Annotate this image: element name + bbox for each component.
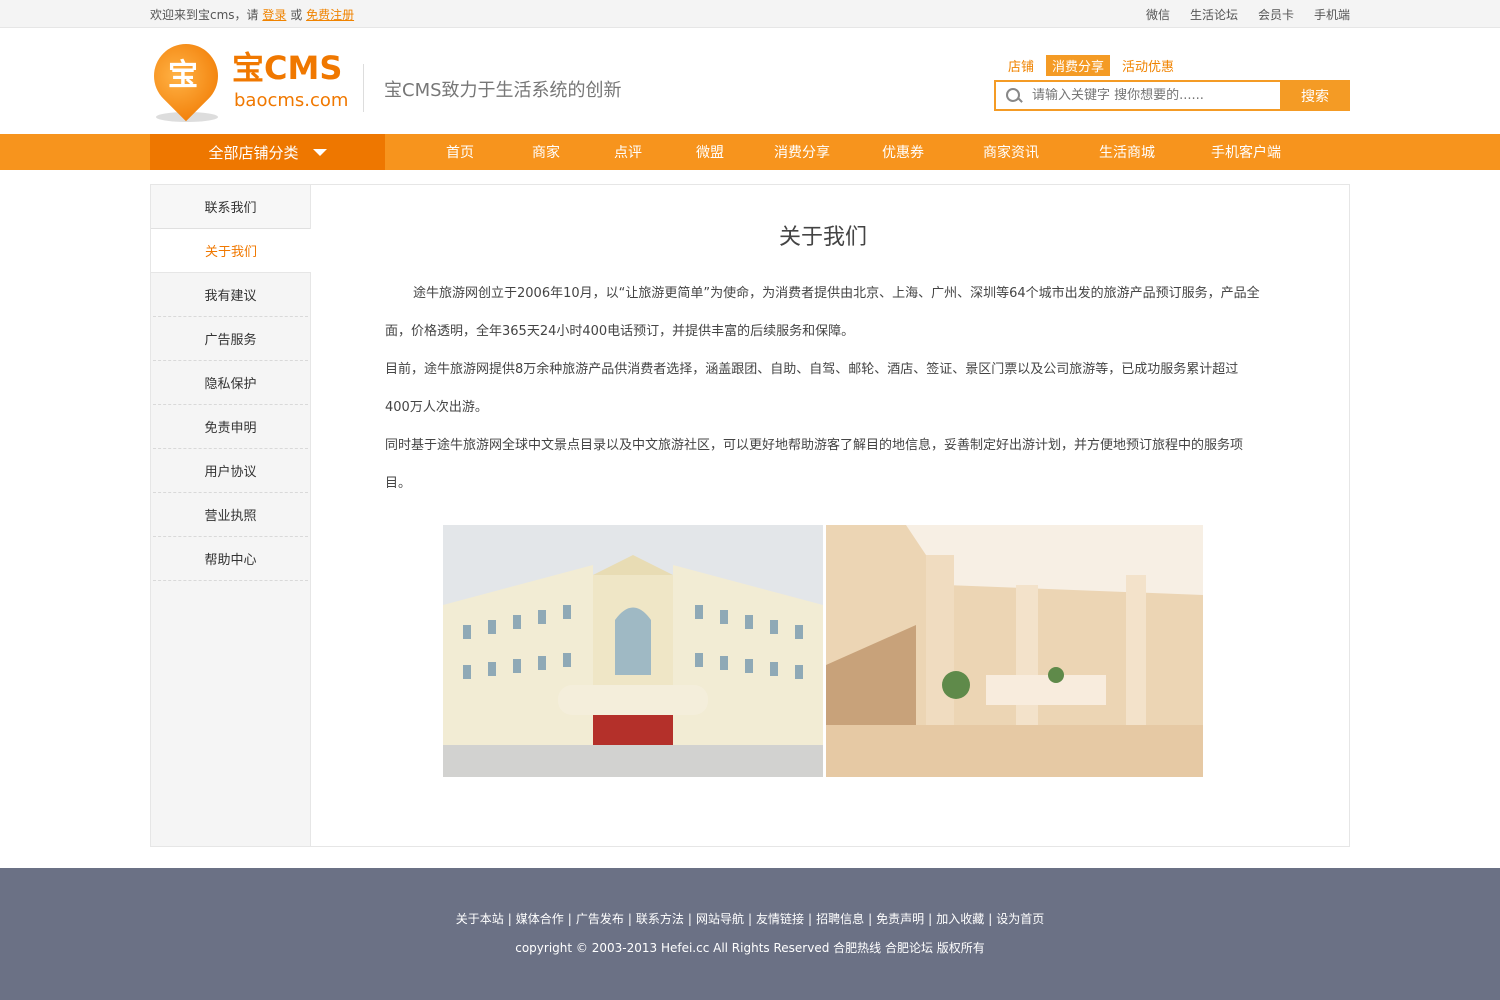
footer-link-about[interactable]: 关于本站: [456, 912, 504, 926]
sidebar-item-about[interactable]: 关于我们: [151, 229, 311, 273]
top-bar: 欢迎来到宝cms，请 登录 或 免费注册 微信 生活论坛 会员卡 手机端: [0, 0, 1500, 28]
sidebar-item-license[interactable]: 营业执照: [153, 493, 308, 537]
mobile-link[interactable]: 手机端: [1314, 6, 1350, 23]
footer-link-homepage[interactable]: 设为首页: [996, 912, 1044, 926]
logo-char: 宝: [168, 58, 198, 93]
category-label: 全部店铺分类: [208, 143, 299, 162]
sidebar-item-contact[interactable]: 联系我们: [151, 185, 310, 229]
search-box: 搜索: [994, 80, 1350, 111]
sidebar-item-agreement[interactable]: 用户协议: [153, 449, 308, 493]
search-button[interactable]: 搜索: [1280, 80, 1350, 111]
member-card-link[interactable]: 会员卡: [1258, 6, 1294, 23]
welcome-text: 欢迎来到宝cms，请 登录 或 免费注册: [150, 6, 354, 23]
search-input[interactable]: [1032, 88, 1262, 103]
footer-link-contact[interactable]: 联系方法: [636, 912, 684, 926]
site-logo[interactable]: 宝 宝CMS baocms.com: [140, 30, 354, 124]
building-photo: [443, 525, 823, 777]
nav-item-weimeng[interactable]: 微盟: [696, 142, 724, 162]
footer: 关于本站 | 媒体合作 | 广告发布 | 联系方法 | 网站导航 | 友情链接 | 招聘信息 | 免责声明 |…: [0, 868, 1500, 1000]
slogan: 宝CMS致力于生活系统的创新: [384, 80, 622, 101]
footer-link-media[interactable]: 媒体合作: [516, 912, 564, 926]
footer-link-bookmark[interactable]: 加入收藏: [936, 912, 984, 926]
lobby-photo: [826, 525, 1203, 777]
nav-items: 首页 商家 点评 微盟 消费分享 优惠券 商家资讯 生活商城 手机客户端: [385, 134, 1350, 170]
nav-item-coupons[interactable]: 优惠券: [882, 142, 924, 162]
header: 宝 宝CMS baocms.com 宝CMS致力于生活系统的创新 店铺 消费分享…: [140, 28, 1350, 134]
nav-item-share[interactable]: 消费分享: [774, 142, 830, 162]
or-text: 或: [290, 7, 303, 22]
logo-domain: baocms.com: [234, 90, 349, 111]
main-content: 关于我们 途牛旅游网创立于2006年10月，以“让旅游更简单”为使命，为消费者提…: [311, 185, 1349, 846]
lobby-illustration: [826, 525, 1203, 777]
footer-links: 关于本站 | 媒体合作 | 广告发布 | 联系方法 | 网站导航 | 友情链接 | 招聘信息 | 免责声明 |…: [455, 912, 1045, 926]
logo-brand: 宝CMS: [232, 49, 343, 87]
main-nav: 全部店铺分类 首页 商家 点评 微盟 消费分享 优惠券 商家资讯 生活商城 手机…: [0, 134, 1500, 170]
search-icon: [1006, 87, 1022, 104]
nav-item-home[interactable]: 首页: [446, 142, 474, 162]
paragraph-3: 同时基于途牛旅游网全球中文景点目录以及中文旅游社区，可以更好地帮助游客了解目的地…: [385, 438, 1244, 491]
photo-gallery: [385, 525, 1261, 777]
register-link[interactable]: 免费注册: [306, 8, 354, 22]
nav-item-reviews[interactable]: 点评: [614, 142, 642, 162]
nav-item-merchants[interactable]: 商家: [532, 142, 560, 162]
top-links: 微信 生活论坛 会员卡 手机端: [1146, 6, 1350, 23]
welcome-prefix: 欢迎来到宝cms，请: [150, 7, 259, 22]
search-tab-share[interactable]: 消费分享: [1046, 55, 1111, 76]
search-tab-promo[interactable]: 活动优惠: [1116, 55, 1180, 76]
chevron-down-icon: [312, 148, 327, 156]
building-illustration: [443, 525, 823, 777]
search-tabs: 店铺 消费分享 活动优惠: [1002, 55, 1350, 76]
nav-item-news[interactable]: 商家资讯: [983, 142, 1039, 162]
sidebar-item-ads[interactable]: 广告服务: [153, 317, 308, 361]
search-input-wrap: [994, 80, 1280, 111]
nav-item-mobile-client[interactable]: 手机客户端: [1211, 142, 1281, 162]
category-menu[interactable]: 全部店铺分类: [150, 134, 385, 170]
sidebar-item-privacy[interactable]: 隐私保护: [153, 361, 308, 405]
forum-link[interactable]: 生活论坛: [1190, 6, 1238, 23]
nav-item-mall[interactable]: 生活商城: [1099, 142, 1155, 162]
content-area: 联系我们 关于我们 我有建议 广告服务 隐私保护 免责申明 用户协议 营业执照 …: [150, 184, 1350, 847]
footer-link-sitemap[interactable]: 网站导航: [696, 912, 744, 926]
footer-link-jobs[interactable]: 招聘信息: [816, 912, 864, 926]
paragraph-2: 目前，途牛旅游网提供8万余种旅游产品供消费者选择，涵盖跟团、自助、自驾、邮轮、酒…: [385, 362, 1239, 415]
sidebar-item-help[interactable]: 帮助中心: [153, 537, 308, 581]
wechat-link[interactable]: 微信: [1146, 6, 1170, 23]
copyright: copyright © 2003-2013 Hefei.cc All Right…: [515, 941, 985, 955]
footer-link-friends[interactable]: 友情链接: [756, 912, 804, 926]
sidebar-item-suggest[interactable]: 我有建议: [153, 273, 308, 317]
page-title: 关于我们: [778, 225, 867, 250]
sidebar: 联系我们 关于我们 我有建议 广告服务 隐私保护 免责申明 用户协议 营业执照 …: [151, 185, 311, 846]
paragraph-1: 途牛旅游网创立于2006年10月，以“让旅游更简单”为使命，为消费者提供由北京、…: [385, 286, 1260, 339]
search-tab-shop[interactable]: 店铺: [1002, 55, 1040, 76]
search-area: 店铺 消费分享 活动优惠 搜索: [994, 55, 1350, 111]
slogan-divider: [363, 64, 364, 112]
footer-link-disclaimer[interactable]: 免责声明: [876, 912, 924, 926]
sidebar-item-disclaimer[interactable]: 免责申明: [153, 405, 308, 449]
login-link[interactable]: 登录: [262, 8, 286, 22]
footer-link-ads[interactable]: 广告发布: [576, 912, 624, 926]
